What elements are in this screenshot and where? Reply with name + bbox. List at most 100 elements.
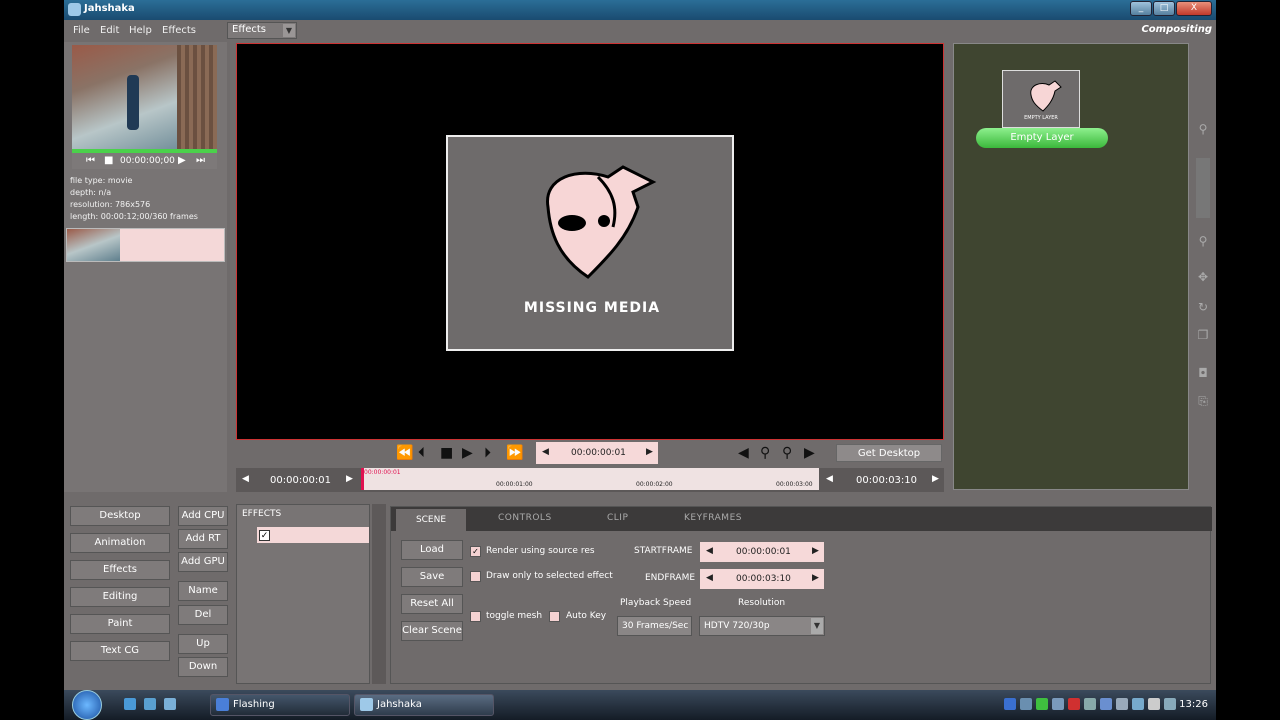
preview-thumbnail[interactable] [72, 45, 217, 150]
effect-checkbox[interactable]: ✓ [259, 530, 270, 541]
prev-keyframe-icon[interactable]: ◀ [738, 445, 749, 461]
name-button[interactable]: Name [178, 581, 228, 601]
timecode-increment-icon[interactable]: ▶ [646, 447, 653, 457]
camera-icon[interactable]: ◘ [1194, 366, 1212, 384]
tray-icon-1[interactable] [1004, 698, 1016, 710]
jahshaka-app-icon [360, 698, 373, 711]
tray-icon-2[interactable] [1020, 698, 1032, 710]
clip-thumbnail [67, 229, 120, 261]
timecode-decrement-icon[interactable]: ◀ [542, 447, 549, 457]
zoom-in-icon[interactable]: ⚲ [760, 445, 770, 461]
stop-icon[interactable]: ■ [440, 445, 453, 461]
save-button[interactable]: Save [401, 567, 463, 587]
tray-icon-7[interactable] [1100, 698, 1112, 710]
move-up-button[interactable]: Up [178, 634, 228, 654]
volume-icon[interactable] [1148, 698, 1160, 710]
toggle-mesh-checkbox[interactable] [470, 611, 481, 622]
tray-icon-9[interactable] [1132, 698, 1144, 710]
endframe-increment-icon[interactable]: ▶ [812, 573, 819, 583]
close-button[interactable]: X [1176, 1, 1212, 16]
tab-controls[interactable]: CONTROLS [498, 513, 552, 523]
fast-forward-icon[interactable]: ⏩ [506, 445, 523, 461]
taskbar-jahshaka[interactable]: Jahshaka [354, 694, 494, 716]
next-keyframe-icon[interactable]: ▶ [804, 445, 815, 461]
delete-button[interactable]: Del [178, 605, 228, 625]
clear-scene-button[interactable]: Clear Scene [401, 621, 463, 641]
reset-all-button[interactable]: Reset All [401, 594, 463, 614]
minimize-button[interactable]: _ [1130, 1, 1152, 16]
tray-icon-8[interactable] [1116, 698, 1128, 710]
start-button[interactable] [72, 690, 102, 720]
skip-forward-icon[interactable]: ⏭ [196, 155, 205, 166]
effect-row[interactable] [257, 527, 369, 543]
get-desktop-button[interactable]: Get Desktop [836, 444, 942, 462]
move-down-button[interactable]: Down [178, 657, 228, 677]
menu-effects[interactable]: Effects [162, 25, 196, 36]
timeline-left-icon[interactable]: ◀ [242, 474, 249, 484]
animation-button[interactable]: Animation [70, 533, 170, 553]
tray-icon-6[interactable] [1084, 698, 1096, 710]
effects-scrollbar[interactable] [372, 504, 386, 684]
maximize-button[interactable]: □ [1153, 1, 1175, 16]
play-icon[interactable]: ▶ [178, 155, 186, 166]
clip-item[interactable] [66, 228, 225, 262]
zoom-slider[interactable] [1196, 158, 1210, 218]
timeline-end-left-icon[interactable]: ◀ [826, 474, 833, 484]
step-forward-icon[interactable]: ⏵ [484, 445, 491, 461]
rewind-fast-icon[interactable]: ⏪ [396, 445, 413, 461]
effects-button[interactable]: Effects [70, 560, 170, 580]
zoom-out-icon[interactable]: ⚲ [1194, 234, 1212, 252]
effects-select[interactable]: Effects ▼ [227, 22, 297, 39]
startframe-decrement-icon[interactable]: ◀ [706, 546, 713, 556]
draw-selected-checkbox[interactable] [470, 571, 481, 582]
tray-icon-3[interactable] [1036, 698, 1048, 710]
add-cpu-button[interactable]: Add CPU [178, 506, 228, 526]
startframe-field[interactable]: ◀ 00:00:00:01 ▶ [700, 542, 824, 562]
menu-file[interactable]: File [73, 25, 90, 36]
play-icon[interactable]: ▶ [462, 445, 473, 461]
add-gpu-button[interactable]: Add GPU [178, 552, 228, 572]
auto-key-checkbox[interactable] [549, 611, 560, 622]
switch-windows-icon[interactable] [164, 698, 176, 710]
stop-icon[interactable]: ■ [104, 155, 113, 166]
paint-button[interactable]: Paint [70, 614, 170, 634]
taskbar-flashing[interactable]: Flashing [210, 694, 350, 716]
tab-keyframes[interactable]: KEYFRAMES [684, 513, 742, 523]
tab-scene[interactable]: SCENE [396, 509, 466, 531]
transport-timecode[interactable]: ◀ 00:00:00:01 ▶ [536, 442, 658, 464]
skip-back-icon[interactable]: ⏮ [86, 155, 95, 166]
text-cg-button[interactable]: Text CG [70, 641, 170, 661]
menu-edit[interactable]: Edit [100, 25, 119, 36]
step-back-icon[interactable]: ⏴ [418, 445, 425, 461]
ie-icon[interactable] [124, 698, 136, 710]
zoom-in-icon[interactable]: ⚲ [1194, 122, 1212, 140]
endframe-field[interactable]: ◀ 00:00:03:10 ▶ [700, 569, 824, 589]
menu-help[interactable]: Help [129, 25, 152, 36]
playback-speed-select[interactable]: 30 Frames/Sec [617, 616, 692, 636]
endframe-decrement-icon[interactable]: ◀ [706, 573, 713, 583]
export-icon[interactable]: ⎘ [1194, 394, 1212, 412]
transport-bar: ⏪ ⏴ ■ ▶ ⏵ ⏩ ◀ 00:00:00:01 ▶ ◀ ⚲ ⚲ ▶ Get … [236, 441, 944, 467]
network-icon[interactable] [1164, 698, 1176, 710]
timeline-end-right-icon[interactable]: ▶ [932, 474, 939, 484]
tab-clip[interactable]: CLIP [607, 513, 628, 523]
render-source-res-checkbox[interactable]: ✓ [470, 546, 481, 557]
add-rt-button[interactable]: Add RT [178, 529, 228, 549]
layers-icon[interactable]: ❐ [1194, 328, 1212, 346]
desktop-button[interactable]: Desktop [70, 506, 170, 526]
timeline-ruler[interactable]: 00:00:00:01 00:00:01:00 00:00:02:00 00:0… [361, 468, 819, 490]
timeline-right-icon[interactable]: ▶ [346, 474, 353, 484]
move-icon[interactable]: ✥ [1194, 270, 1212, 288]
show-desktop-icon[interactable] [144, 698, 156, 710]
editing-button[interactable]: Editing [70, 587, 170, 607]
zoom-out-icon[interactable]: ⚲ [782, 445, 792, 461]
startframe-increment-icon[interactable]: ▶ [812, 546, 819, 556]
viewer[interactable]: MISSING MEDIA [236, 43, 944, 440]
layer-thumbnail[interactable]: EMPTY LAYER [1002, 70, 1080, 128]
tray-icon-5[interactable] [1068, 698, 1080, 710]
layer-item[interactable]: Empty Layer [976, 128, 1108, 148]
tray-icon-4[interactable] [1052, 698, 1064, 710]
rotate-icon[interactable]: ↻ [1194, 300, 1212, 318]
resolution-select[interactable]: HDTV 720/30p ▼ [699, 616, 825, 636]
load-button[interactable]: Load [401, 540, 463, 560]
